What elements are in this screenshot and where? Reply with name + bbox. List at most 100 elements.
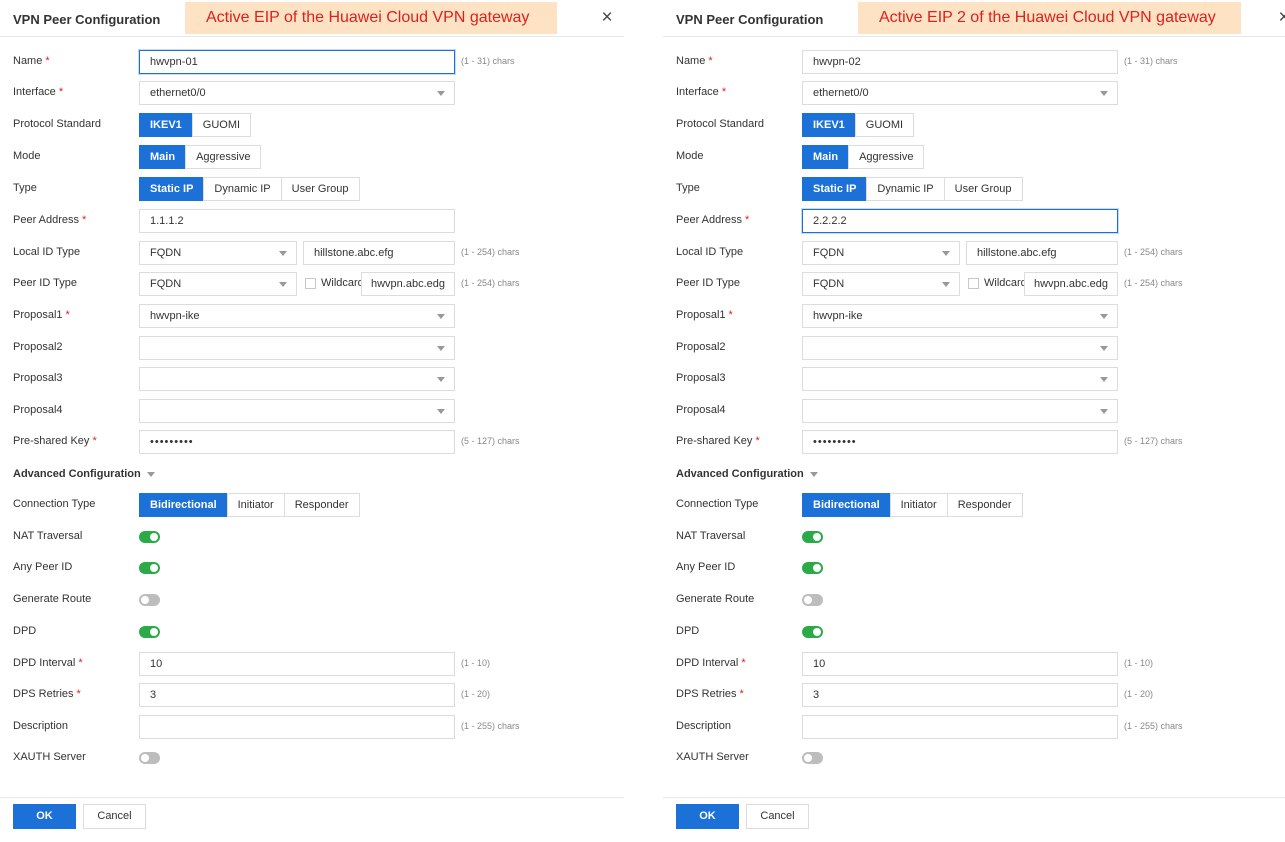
proposal1-select[interactable]: hwvpn-ike (139, 304, 455, 328)
dpd-interval-label: DPD Interval * (676, 657, 746, 669)
type-static-ip-button[interactable]: Static IP (802, 177, 868, 201)
type-static-ip-button[interactable]: Static IP (139, 177, 205, 201)
local-id-hint: (1 - 254) chars (1124, 247, 1183, 257)
peer-id-type-select[interactable]: FQDN (802, 272, 960, 296)
close-icon[interactable]: × (1275, 8, 1285, 27)
chevron-down-icon (146, 471, 155, 477)
local-id-type-select[interactable]: FQDN (802, 241, 960, 265)
xauth-server-toggle[interactable] (139, 752, 160, 764)
local-id-input[interactable]: hillstone.abc.efg (966, 241, 1118, 265)
cancel-button[interactable]: Cancel (746, 804, 809, 829)
protocol-standard-group: IKEV1 GUOMI (139, 113, 252, 137)
interface-select[interactable]: ethernet0/0 (802, 81, 1118, 105)
mode-aggressive-button[interactable]: Aggressive (848, 145, 925, 169)
proposal1-select[interactable]: hwvpn-ike (802, 304, 1118, 328)
local-id-input[interactable]: hillstone.abc.efg (303, 241, 455, 265)
any-peer-id-label: Any Peer ID (13, 561, 73, 573)
any-peer-id-toggle[interactable] (802, 562, 823, 574)
wildcard-checkbox[interactable] (968, 278, 979, 289)
cancel-button[interactable]: Cancel (83, 804, 146, 829)
generate-route-toggle[interactable] (139, 594, 160, 606)
protocol-standard-group: IKEV1 GUOMI (802, 113, 915, 137)
eip-annotation-banner: Active EIP 2 of the Huawei Cloud VPN gat… (858, 2, 1241, 34)
advanced-configuration-toggle[interactable]: Advanced Configuration (13, 468, 155, 480)
interface-label: Interface * (676, 86, 727, 98)
type-dynamic-ip-button[interactable]: Dynamic IP (866, 177, 945, 201)
pre-shared-key-input[interactable]: ••••••••• (802, 430, 1118, 454)
connection-responder-button[interactable]: Responder (946, 493, 1023, 517)
proposal4-select[interactable] (802, 399, 1118, 423)
name-input[interactable]: hwvpn-02 (802, 50, 1118, 74)
proposal4-select[interactable] (139, 399, 455, 423)
nat-traversal-toggle[interactable] (139, 531, 160, 543)
dpd-interval-input[interactable]: 10 (139, 652, 455, 676)
type-group: Static IP Dynamic IP User Group (802, 177, 1023, 201)
peer-id-type-label: Peer ID Type (676, 277, 740, 289)
row-dps-retries: DPS Retries * 3 (1 - 20) (663, 683, 1285, 707)
footer-divider (0, 797, 624, 798)
nat-traversal-toggle[interactable] (802, 531, 823, 543)
type-dynamic-ip-button[interactable]: Dynamic IP (203, 177, 282, 201)
dpd-toggle[interactable] (802, 626, 823, 638)
peer-id-input[interactable]: hwvpn.abc.edg (361, 272, 455, 296)
peer-id-type-select[interactable]: FQDN (139, 272, 297, 296)
local-id-type-select[interactable]: FQDN (139, 241, 297, 265)
close-icon[interactable]: × (598, 8, 616, 27)
ok-button[interactable]: OK (13, 804, 76, 829)
connection-initiator-button[interactable]: Initiator (889, 493, 948, 517)
row-peer-id: Peer ID Type FQDN Wildcard hwvpn.abc.edg… (0, 272, 624, 296)
protocol-ikev1-button[interactable]: IKEV1 (139, 113, 193, 137)
ok-button[interactable]: OK (676, 804, 739, 829)
chevron-down-icon (1100, 314, 1108, 319)
name-label: Name * (676, 55, 713, 67)
advanced-configuration-toggle[interactable]: Advanced Configuration (676, 468, 818, 480)
protocol-guomi-button[interactable]: GUOMI (854, 113, 915, 137)
connection-bidirectional-button[interactable]: Bidirectional (139, 493, 228, 517)
dps-retries-input[interactable]: 3 (139, 683, 455, 707)
type-user-group-button[interactable]: User Group (943, 177, 1023, 201)
row-proposal1: Proposal1 * hwvpn-ike (0, 304, 624, 328)
toggle-knob (150, 628, 158, 636)
name-input[interactable]: hwvpn-01 (139, 50, 455, 74)
proposal2-select[interactable] (139, 336, 455, 360)
connection-bidirectional-button[interactable]: Bidirectional (802, 493, 891, 517)
local-id-type-value: FQDN (813, 247, 845, 259)
peer-address-input[interactable]: 2.2.2.2 (802, 209, 1118, 233)
peer-address-input[interactable]: 1.1.1.2 (139, 209, 455, 233)
type-user-group-button[interactable]: User Group (280, 177, 360, 201)
row-mode: Mode Main Aggressive (663, 145, 1285, 169)
proposal1-label: Proposal1 * (13, 309, 70, 321)
dps-retries-hint: (1 - 20) (1124, 689, 1154, 699)
connection-initiator-button[interactable]: Initiator (226, 493, 285, 517)
local-id-type-label: Local ID Type (676, 246, 744, 258)
row-mode: Mode Main Aggressive (0, 145, 624, 169)
chevron-down-icon (809, 471, 818, 477)
mode-main-button[interactable]: Main (139, 145, 187, 169)
dpd-interval-input[interactable]: 10 (802, 652, 1118, 676)
generate-route-toggle[interactable] (802, 594, 823, 606)
xauth-server-toggle[interactable] (802, 752, 823, 764)
row-psk: Pre-shared Key * ••••••••• (5 - 127) char… (0, 430, 624, 454)
description-input[interactable] (139, 715, 455, 739)
pre-shared-key-input[interactable]: ••••••••• (139, 430, 455, 454)
wildcard-checkbox[interactable] (305, 278, 316, 289)
proposal3-select[interactable] (139, 367, 455, 391)
protocol-guomi-button[interactable]: GUOMI (191, 113, 252, 137)
nat-traversal-label: NAT Traversal (13, 530, 83, 542)
description-input[interactable] (802, 715, 1118, 739)
mode-main-button[interactable]: Main (802, 145, 850, 169)
connection-responder-button[interactable]: Responder (283, 493, 360, 517)
row-proposal3: Proposal3 (663, 367, 1285, 391)
dpd-toggle[interactable] (139, 626, 160, 638)
peer-id-hint: (1 - 254) chars (461, 278, 520, 288)
mode-aggressive-button[interactable]: Aggressive (185, 145, 262, 169)
any-peer-id-toggle[interactable] (139, 562, 160, 574)
peer-id-input[interactable]: hwvpn.abc.edg (1024, 272, 1118, 296)
dps-retries-input[interactable]: 3 (802, 683, 1118, 707)
interface-select[interactable]: ethernet0/0 (139, 81, 455, 105)
proposal1-value: hwvpn-ike (813, 310, 863, 322)
proposal2-select[interactable] (802, 336, 1118, 360)
proposal3-select[interactable] (802, 367, 1118, 391)
protocol-ikev1-button[interactable]: IKEV1 (802, 113, 856, 137)
row-any-peer-id: Any Peer ID (663, 556, 1285, 580)
